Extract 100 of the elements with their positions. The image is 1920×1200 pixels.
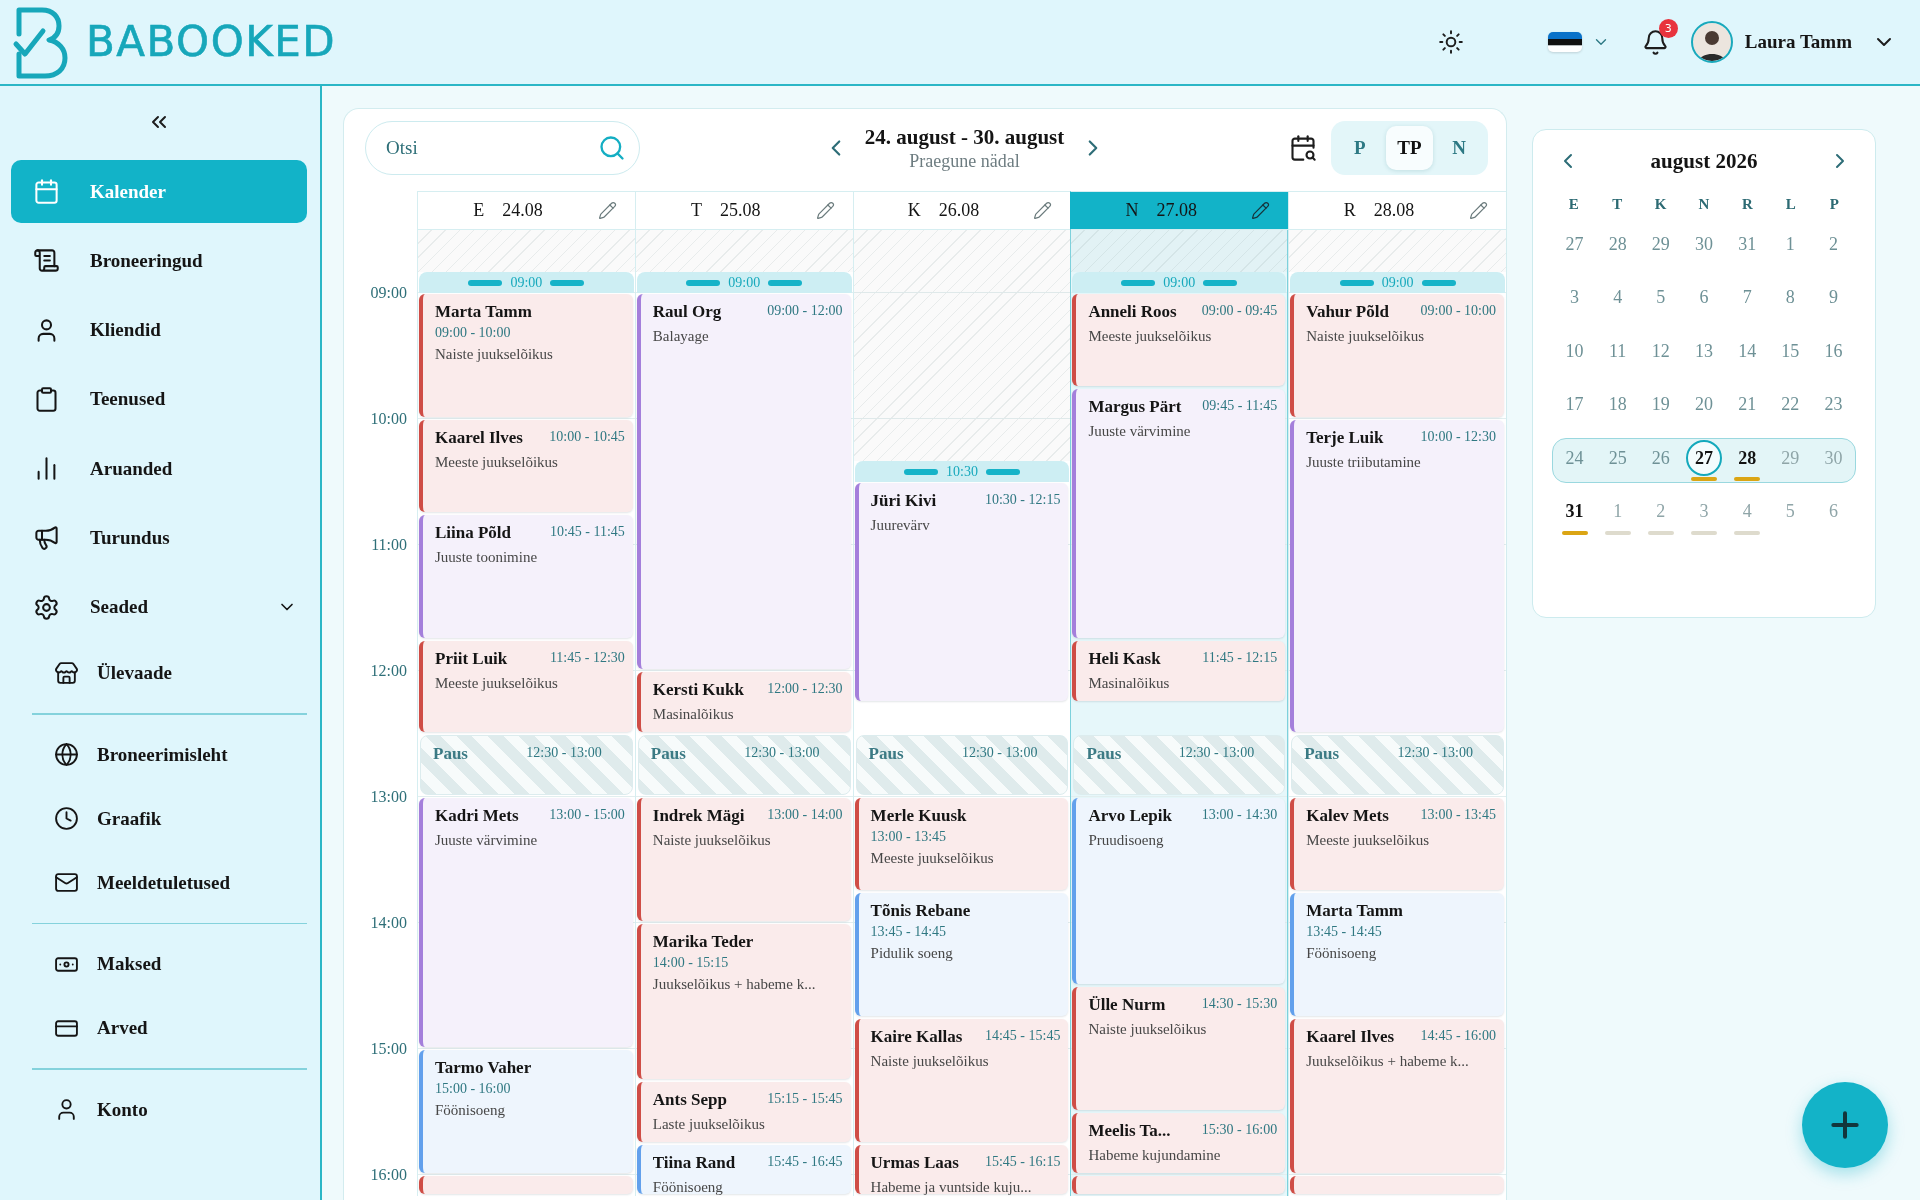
day-number[interactable]: 2 <box>1815 226 1852 262</box>
booking-time: 15:45 - 16:15 <box>984 1152 1061 1171</box>
booking-card[interactable]: Terje Luik 10:00 - 12:30 Juuste triibutamine <box>1290 420 1504 732</box>
day-number[interactable]: 15 <box>1772 333 1809 370</box>
service-name: Naiste juukselõikus <box>435 345 554 364</box>
booking-time: 11:45 - 12:30 <box>549 648 625 667</box>
booking-time: 12:00 - 12:30 <box>767 680 843 698</box>
weekday-label: T <box>690 200 702 221</box>
day-number[interactable]: 8 <box>1772 279 1809 316</box>
booking-card[interactable]: Kaire Kallas 14:45 - 15:45 Naiste juukselõikus <box>854 1018 1069 1142</box>
nav-item[interactable]: Aruanded <box>11 437 307 501</box>
day-number[interactable]: 28 <box>1729 440 1766 477</box>
booking-card[interactable]: Ants Sepp 15:15 - 15:45 Laste juukselõikus <box>636 1081 851 1142</box>
pencil-icon[interactable] <box>1033 201 1053 220</box>
service-name: Föönisoeng <box>1306 943 1378 963</box>
selected-week-row[interactable]: 24 25 26 27 28 29 30 <box>1552 438 1856 484</box>
search-field[interactable]: Otsi <box>365 121 640 175</box>
nav-item[interactable]: Maksed <box>32 938 307 991</box>
nav-item[interactable]: Kliendid <box>11 298 307 362</box>
opening-time: 09:00 <box>510 274 543 291</box>
nav-item[interactable]: Ülevaade <box>32 647 307 700</box>
booking-time: 15:00 - 16:00 <box>435 1080 512 1098</box>
clipboard-icon <box>33 385 60 413</box>
day-number[interactable]: 22 <box>1772 386 1809 423</box>
booking-card[interactable]: Liina Põld 10:45 - 11:45 Juuste toonimine <box>419 514 633 638</box>
booking-card[interactable]: Urmas Laas 15:45 - 16:15 Habeme ja vuntside kuju... <box>854 1144 1069 1194</box>
day-number[interactable]: 31 <box>1729 226 1766 262</box>
booking-card[interactable]: Arvo Lepik 13:00 - 14:30 Pruudisoeng <box>1072 798 1286 984</box>
day-number[interactable]: 27 <box>1686 440 1722 477</box>
time-label: 16:00 <box>369 1165 408 1185</box>
booking-card[interactable]: Marta Tamm 13:45 - 14:45 Föönisoeng <box>1290 892 1504 1016</box>
view-tab[interactable]: TP <box>1385 126 1434 170</box>
booking-card[interactable]: Marika Teder 14:00 - 15:15 Juukselõikus + habeme k... <box>636 924 851 1079</box>
day-number[interactable]: 3 <box>1556 279 1593 316</box>
nav-item[interactable]: Meeldetuletused <box>32 856 307 909</box>
break-time: 12:30 - 13:00 <box>526 744 602 762</box>
view-tab[interactable]: N <box>1435 126 1483 170</box>
booking-card[interactable]: Priit Luik 11:45 - 12:30 Meeste juukselõikus <box>419 640 633 732</box>
booking-card[interactable]: Marta Tamm 09:00 - 10:00 Naiste juukselõikus <box>419 294 633 417</box>
day-number[interactable]: 30 <box>1686 226 1722 262</box>
pencil-icon[interactable] <box>815 201 835 220</box>
nav-item[interactable]: Graafik <box>32 792 307 845</box>
nav-item[interactable]: Arved <box>32 1002 307 1055</box>
booking-card[interactable]: Tõnis Rebane 13:45 - 14:45 Pidulik soeng <box>854 892 1069 1016</box>
nav-item[interactable]: Turundus <box>11 506 307 570</box>
day-number[interactable]: 29 <box>1642 226 1679 262</box>
pencil-icon[interactable] <box>1469 201 1488 220</box>
day-number[interactable]: 23 <box>1815 386 1852 423</box>
pencil-icon[interactable] <box>597 201 617 220</box>
booking-time: 13:00 - 14:30 <box>1201 806 1278 824</box>
client-name: Kaire Kallas <box>870 1026 963 1047</box>
booking-card[interactable]: Kersti Kukk 12:00 - 12:30 Masinalõikus <box>636 672 851 732</box>
sun-icon[interactable] <box>1437 29 1464 55</box>
store-icon <box>54 660 79 686</box>
user-menu[interactable]: Laura Tamm <box>1690 21 1896 63</box>
nav-item[interactable]: Teenused <box>11 367 307 431</box>
booking-card[interactable]: Indrek Mägi 13:00 - 14:00 Naiste juukselõikus <box>636 798 851 921</box>
booking-card[interactable]: Margus Pärt 09:45 - 11:45 Juuste värvimine <box>1072 388 1286 638</box>
booking-card[interactable]: Merle Kuusk 13:00 - 13:45 Meeste juukselõikus <box>854 798 1069 890</box>
booking-card[interactable]: Kadri Mets 13:00 - 15:00 Juuste värvimine <box>419 798 633 1047</box>
nav-item[interactable]: Broneerimisleht <box>32 728 307 781</box>
booking-card[interactable]: Ülle Nurm 14:30 - 15:30 Naiste juukselõikus <box>1072 987 1286 1110</box>
day-number[interactable]: 6 <box>1686 279 1722 316</box>
day-number[interactable]: 31 <box>1556 493 1593 530</box>
add-button[interactable] <box>1802 1082 1888 1168</box>
pencil-icon[interactable] <box>1251 201 1271 220</box>
view-tab[interactable]: P <box>1336 126 1384 170</box>
booking-card[interactable]: Anneli Roos 09:00 - 09:45 Meeste juukselõikus <box>1072 294 1286 386</box>
brand-name: BABOOKED <box>86 21 337 63</box>
dash-icon <box>1203 279 1238 286</box>
booking-card[interactable]: Vahur Põld 09:00 - 10:00 Naiste juukselõikus <box>1290 294 1504 417</box>
week-range: 24. august - 30. august <box>864 124 1065 150</box>
booking-time: 10:30 - 12:15 <box>984 491 1061 509</box>
client-name: Margus Pärt <box>1088 396 1182 417</box>
client-name: Urmas Laas <box>870 1152 959 1173</box>
time-label: 11:00 <box>370 535 408 555</box>
booking-card[interactable]: Tiina Rand 15:45 - 16:45 Föönisoeng <box>636 1144 851 1194</box>
nav-item[interactable]: Broneeringud <box>11 229 307 293</box>
booking-card[interactable]: Raul Org 09:00 - 12:00 Balayage <box>636 294 851 669</box>
booking-card[interactable]: Kaarel Ilves 14:45 - 16:00 Juukselõikus + habeme k... <box>1290 1018 1504 1173</box>
nav-item[interactable]: Seaded <box>11 575 307 639</box>
booking-time: 09:00 - 10:00 <box>435 324 512 342</box>
booking-card[interactable]: Heli Kask 11:45 - 12:15 Masinalõikus <box>1072 640 1286 701</box>
service-name: Pidulik soeng <box>870 943 954 963</box>
service-name: Meeste juukselõikus <box>435 673 559 693</box>
day-number[interactable]: 21 <box>1729 386 1766 423</box>
booking-card[interactable]: Meelis Ta... 15:30 - 16:00 Habeme kujundamine <box>1072 1113 1286 1173</box>
time-label: 13:00 <box>369 787 408 807</box>
booking-card[interactable]: Kalev Mets 13:00 - 13:45 Meeste juukselõikus <box>1290 798 1504 890</box>
weekday-label: N <box>1698 195 1710 213</box>
booking-card[interactable]: Jüri Kivi 10:30 - 12:15 Juurevärv <box>854 483 1069 701</box>
time-label: 12:00 <box>369 661 408 681</box>
booking-card[interactable]: Kaarel Ilves 10:00 - 10:45 Meeste juukselõikus <box>419 420 633 512</box>
calendar-search-icon[interactable] <box>1289 134 1317 162</box>
search-icon[interactable] <box>598 134 626 162</box>
nav-item[interactable]: Konto <box>32 1083 307 1136</box>
booking-card[interactable]: Tarmo Vaher 15:00 - 16:00 Föönisoeng <box>419 1050 633 1173</box>
date-label: 28.08 <box>1373 200 1415 221</box>
dash-icon <box>550 279 585 286</box>
weekday-label: K <box>907 200 921 221</box>
